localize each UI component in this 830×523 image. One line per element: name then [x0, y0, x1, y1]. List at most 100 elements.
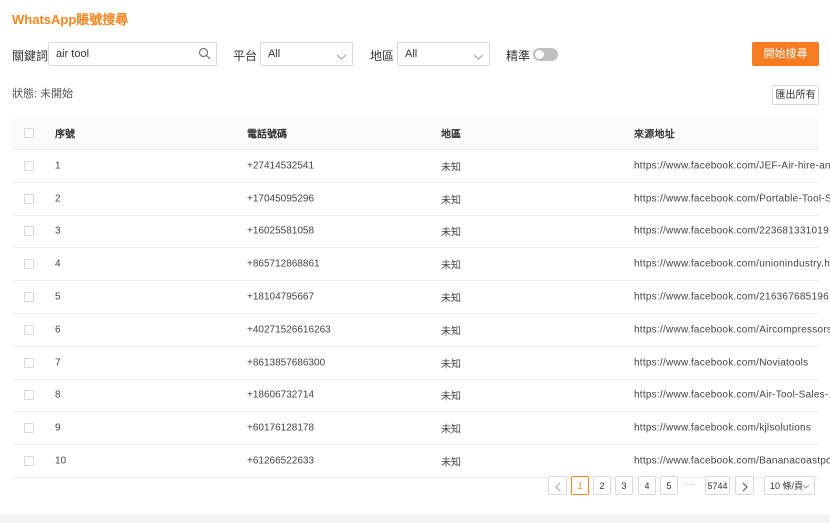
table-row: 3 +16025581058 未知 https://www.facebook.c…: [12, 216, 830, 249]
page-title: WhatsApp賬號搜尋: [12, 12, 129, 27]
table-row: 5 +18104795667 未知 https://www.facebook.c…: [12, 281, 830, 314]
row-source[interactable]: https://www.facebook.com/kjlsolutions: [634, 423, 811, 434]
row-source[interactable]: https://www.facebook.com/Portable-Tool-S…: [634, 193, 830, 204]
row-phone: +61266522633: [247, 455, 315, 467]
status-text: 狀態: 未開始: [12, 88, 74, 100]
platform-label: 平台: [233, 49, 258, 63]
row-checkbox[interactable]: [24, 423, 34, 434]
row-checkbox[interactable]: [24, 357, 34, 368]
table-row: 6 +40271526616263 未知 https://www.faceboo…: [12, 314, 830, 347]
row-no: 8: [55, 389, 61, 401]
table-row: 2 +17045095296 未知 https://www.facebook.c…: [12, 183, 830, 216]
prev-page-button[interactable]: [548, 476, 567, 495]
row-region: 未知: [441, 260, 461, 272]
row-phone: +18606732714: [247, 389, 315, 401]
row-checkbox[interactable]: [24, 259, 34, 270]
row-phone: +40271526616263: [247, 324, 331, 336]
row-checkbox[interactable]: [24, 226, 34, 237]
page-size-value: 10 條/頁: [770, 481, 804, 491]
row-phone: +16025581058: [247, 225, 315, 237]
page-button-last[interactable]: 5744: [705, 476, 730, 495]
row-no: 1: [55, 160, 61, 172]
table-row: 10 +61266522633 未知 https://www.facebook.…: [12, 445, 830, 478]
header-region: 地區: [441, 129, 461, 141]
table-row: 9 +60176128178 未知 https://www.facebook.c…: [12, 412, 819, 446]
row-checkbox[interactable]: [24, 292, 34, 303]
row-region: 未知: [441, 326, 461, 338]
row-source[interactable]: https://www.facebook.com/Aircompressors.…: [634, 324, 830, 335]
keyword-label: 關鍵詞: [12, 49, 49, 63]
row-checkbox[interactable]: [24, 324, 34, 335]
row-region: 未知: [441, 457, 461, 469]
next-page-button[interactable]: [735, 476, 754, 495]
page-button-4[interactable]: 4: [638, 476, 656, 495]
row-source[interactable]: https://www.facebook.com/Bananacoastpo..…: [634, 456, 830, 467]
region-select[interactable]: All: [397, 42, 490, 66]
row-no: 10: [55, 455, 67, 467]
row-phone: +865712868861: [247, 258, 320, 270]
row-source[interactable]: https://www.facebook.com/JEF-Air-hire-an…: [634, 160, 830, 171]
chevron-down-icon: [336, 49, 347, 67]
header-phone: 電話號碼: [247, 129, 287, 141]
results-table: 序號 電話號碼 地區 來源地址 1 +27414532541 未知 https:…: [12, 117, 830, 478]
header-source: 來源地址: [634, 129, 675, 141]
bottom-scroll-area: [0, 514, 830, 523]
row-no: 7: [55, 357, 61, 369]
table-row: 8 +18606732714 未知 https://www.facebook.c…: [12, 380, 830, 413]
row-phone: +27414532541: [247, 160, 315, 172]
page-button-5[interactable]: 5: [660, 476, 678, 495]
chevron-left-icon: [554, 482, 560, 492]
row-region: 未知: [441, 424, 461, 436]
row-region: 未知: [441, 391, 461, 403]
row-checkbox[interactable]: [24, 193, 34, 204]
header-no: 序號: [55, 129, 75, 141]
row-source[interactable]: https://www.facebook.com/223681331019...: [634, 226, 830, 237]
row-region: 未知: [441, 359, 461, 371]
row-no: 5: [55, 291, 61, 303]
row-region: 未知: [441, 162, 461, 174]
row-no: 9: [55, 422, 61, 434]
row-region: 未知: [441, 227, 461, 239]
export-all-button[interactable]: 匯出所有: [772, 85, 819, 105]
table-row: 4 +865712868861 未知 https://www.facebook.…: [12, 248, 830, 282]
exact-label: 精準: [506, 49, 531, 63]
page-ellipsis[interactable]: ···: [685, 479, 695, 490]
toggle-knob: [535, 50, 544, 59]
row-no: 2: [55, 193, 61, 205]
table-row: 1 +27414532541 未知 https://www.facebook.c…: [12, 150, 830, 183]
keyword-input[interactable]: air tool: [48, 42, 217, 66]
row-phone: +18104795667: [247, 291, 315, 303]
row-source[interactable]: https://www.facebook.com/Air-Tool-Sales-…: [634, 390, 830, 401]
keyword-value: air tool: [56, 48, 90, 60]
search-icon[interactable]: [198, 47, 211, 65]
row-region: 未知: [441, 293, 461, 305]
row-no: 4: [55, 258, 61, 270]
page-size-select[interactable]: 10 條/頁: [764, 476, 815, 495]
row-no: 6: [55, 324, 61, 336]
chevron-right-icon: [742, 482, 748, 492]
page-button-2[interactable]: 2: [593, 476, 611, 495]
row-phone: +60176128178: [247, 422, 315, 434]
page-button-3[interactable]: 3: [615, 476, 633, 495]
chevron-down-icon: [473, 49, 484, 67]
row-phone: +8613857686300: [247, 357, 326, 369]
table-row: 7 +8613857686300 未知 https://www.facebook…: [12, 347, 819, 380]
table-body: 1 +27414532541 未知 https://www.facebook.c…: [12, 150, 830, 478]
row-checkbox[interactable]: [24, 390, 34, 401]
exact-toggle[interactable]: [533, 48, 558, 61]
page-button-1[interactable]: 1: [571, 476, 589, 495]
row-checkbox[interactable]: [24, 160, 34, 171]
row-source[interactable]: https://www.facebook.com/216367685196...: [634, 292, 830, 303]
table-header: 序號 電話號碼 地區 來源地址: [12, 117, 819, 150]
row-checkbox[interactable]: [24, 456, 34, 467]
row-source[interactable]: https://www.facebook.com/unionindustry.h…: [634, 259, 830, 270]
platform-select[interactable]: All: [260, 42, 353, 66]
row-no: 3: [55, 225, 61, 237]
row-phone: +17045095296: [247, 193, 315, 205]
region-label: 地區: [370, 49, 395, 63]
chevron-down-icon: [802, 484, 810, 489]
select-all-checkbox[interactable]: [24, 128, 34, 138]
row-source[interactable]: https://www.facebook.com/Noviatools: [634, 357, 808, 368]
start-search-button[interactable]: 開始搜尋: [752, 42, 819, 66]
region-value: All: [405, 48, 418, 60]
